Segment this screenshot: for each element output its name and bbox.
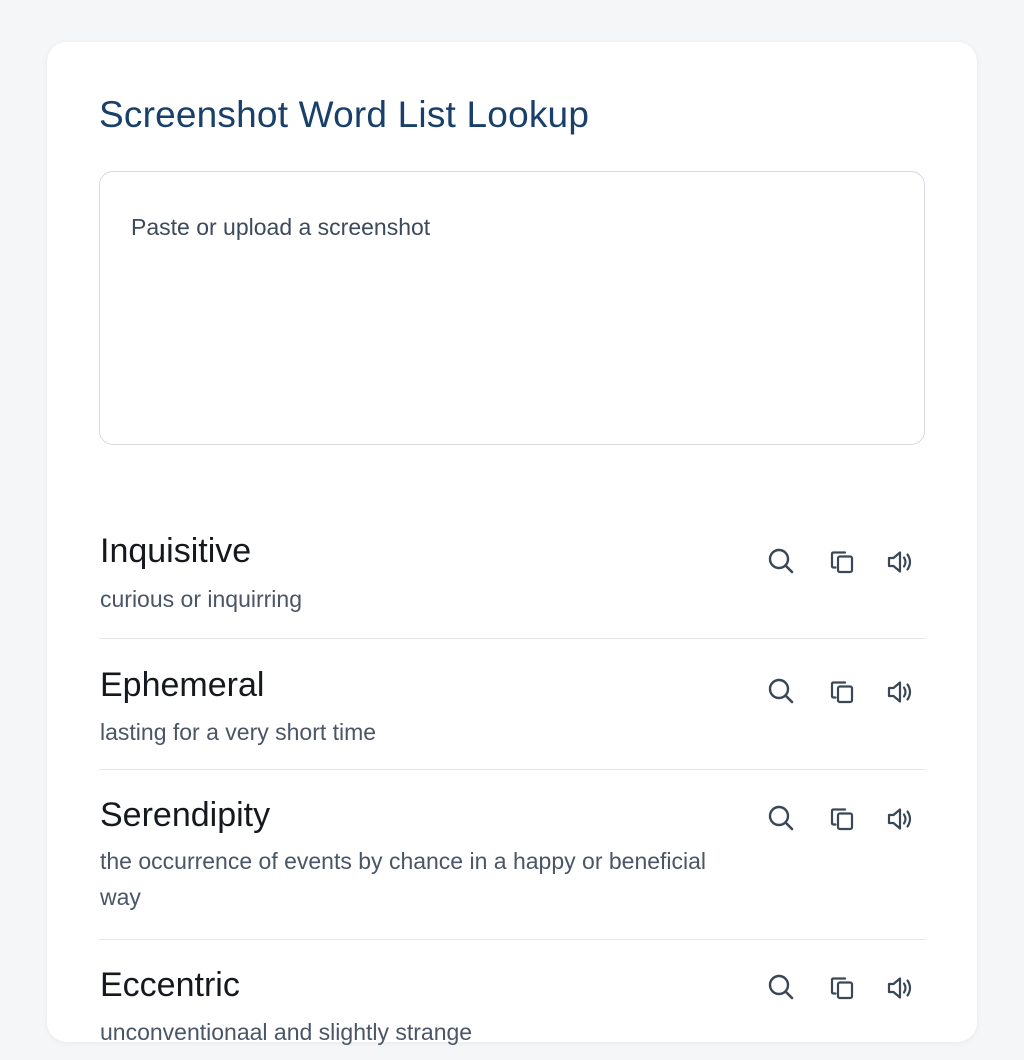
speaker-icon [887,551,912,573]
screenshot-dropzone[interactable]: Paste or upload a screenshot [99,171,925,445]
word-title: Ephemeral [100,666,265,704]
search-button[interactable] [762,542,802,582]
lookup-card: Screenshot Word List Lookup Paste or upl… [47,42,977,1045]
word-row-ephemeral: Ephemeral lasting for a very short time [99,639,926,770]
search-icon [768,548,794,574]
speak-button[interactable] [880,542,920,582]
word-row-inquisitive: Inquisitive curious or inquirring [99,482,926,639]
word-definition: lasting for a very short time [100,719,377,745]
copy-icon [830,551,854,574]
speak-button[interactable] [880,672,920,712]
copy-icon [830,808,854,831]
search-button[interactable] [762,968,802,1008]
word-definition: curious or inquirring [100,586,302,612]
search-icon [768,678,794,704]
word-row-eccentric: Eccentric unconventionaal and slightly s… [99,940,926,1060]
search-icon [768,805,794,831]
word-actions [762,542,926,582]
search-button[interactable] [762,799,802,839]
dropzone-placeholder: Paste or upload a screenshot [131,214,431,240]
copy-button[interactable] [822,968,862,1008]
word-actions [762,672,926,712]
word-actions [762,968,926,1008]
speak-button[interactable] [880,968,920,1008]
word-title: Eccentric [100,966,240,1004]
page-title: Screenshot Word List Lookup [99,94,590,135]
copy-icon [830,977,854,1000]
copy-button[interactable] [822,799,862,839]
speaker-icon [887,808,912,830]
copy-button[interactable] [822,542,862,582]
speaker-icon [887,681,912,703]
speaker-icon [887,977,912,999]
copy-icon [830,681,854,704]
word-definition: unconventionaal and slightly strange [100,1019,473,1045]
word-title: Inquisitive [100,532,252,570]
word-row-serendipity: Serendipity the occurrence of events by … [99,770,926,940]
word-actions [762,799,926,839]
speak-button[interactable] [880,799,920,839]
word-list: Inquisitive curious or inquirring Epheme… [99,482,926,1060]
word-title: Serendipity [100,796,271,834]
search-button[interactable] [762,672,802,712]
search-icon [768,974,794,1000]
copy-button[interactable] [822,672,862,712]
word-definition: the occurrence of events by chance in a … [100,848,707,910]
